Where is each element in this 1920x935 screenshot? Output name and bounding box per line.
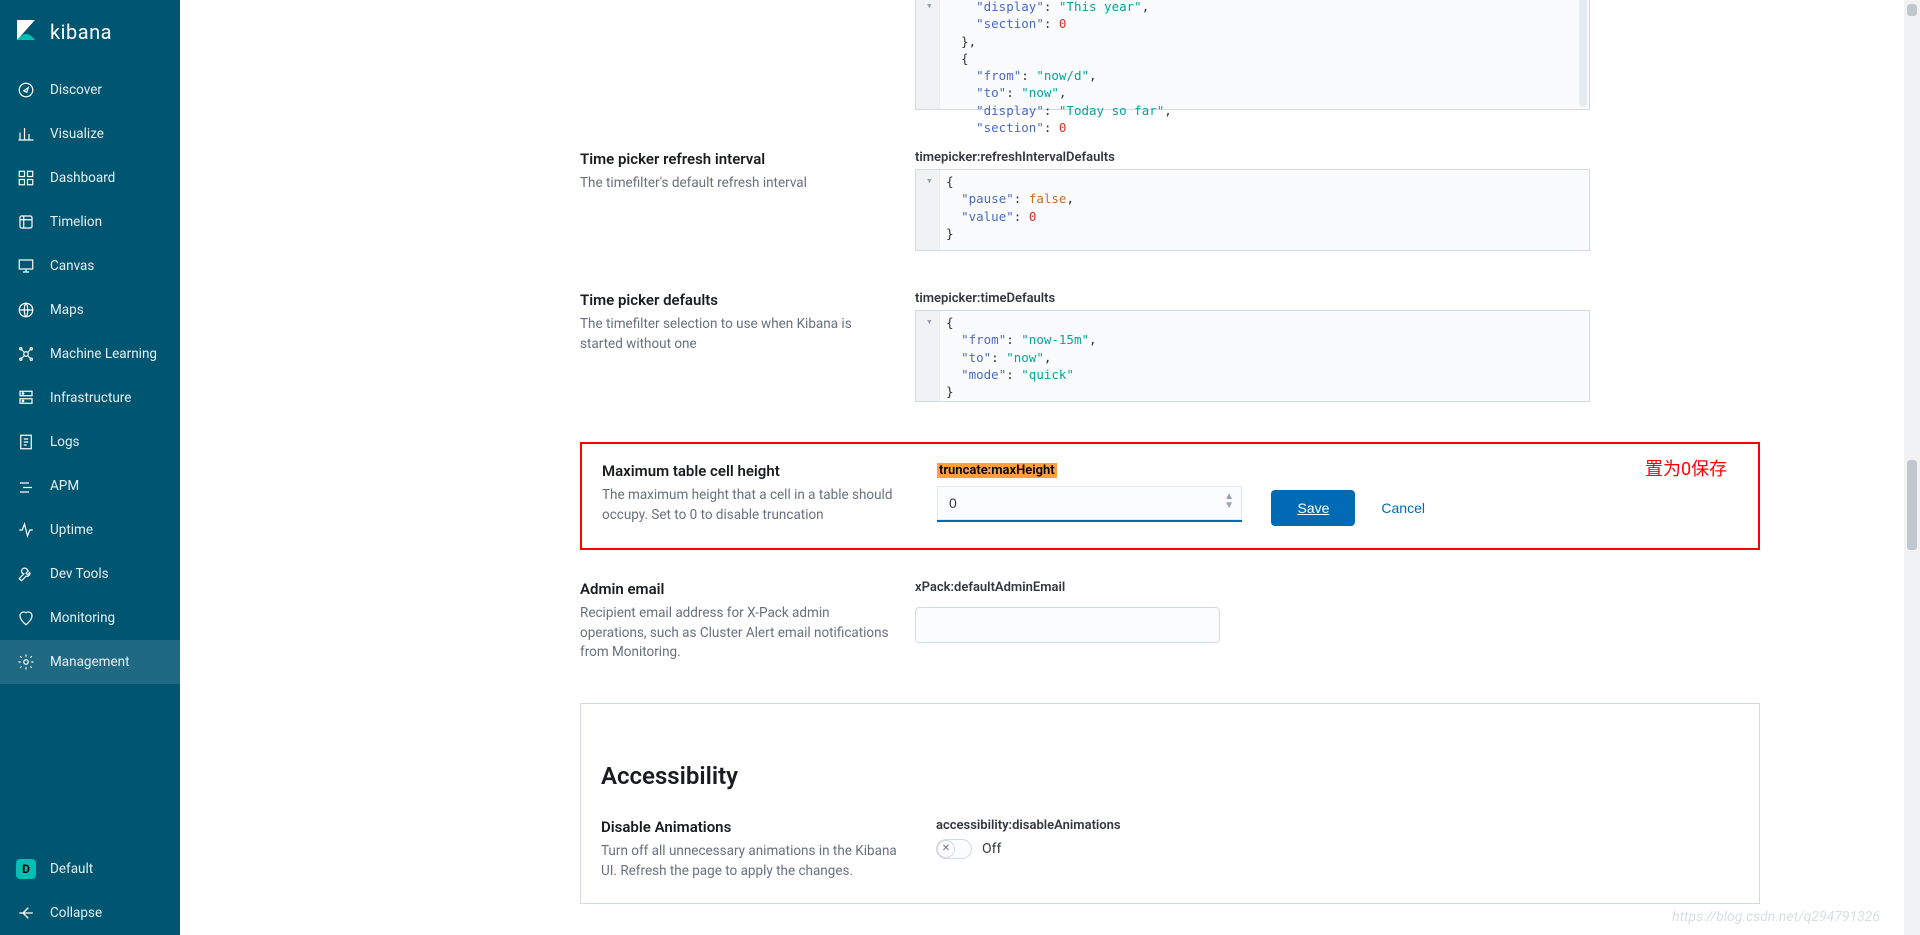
- sidebar-item-label: Timelion: [50, 214, 102, 230]
- setting-admin-email: Admin email Recipient email address for …: [580, 580, 1760, 663]
- setting-desc: The maximum height that a cell in a tabl…: [602, 486, 911, 525]
- admin-email-input[interactable]: [915, 607, 1220, 643]
- annotation-text: 置为0保存: [1645, 455, 1727, 481]
- fold-toggle-icon[interactable]: ▾: [926, 0, 933, 13]
- sidebar-item-maps[interactable]: Maps: [0, 288, 180, 332]
- maps-icon: [16, 300, 36, 320]
- sidebar-item-visualize[interactable]: Visualize: [0, 112, 180, 156]
- sidebar-item-management[interactable]: Management: [0, 640, 180, 684]
- cancel-button[interactable]: Cancel: [1381, 500, 1425, 516]
- sidebar-nav: Discover Visualize Dashboard Timelion Ca…: [0, 68, 180, 847]
- setting-disable-animations: Disable Animations Turn off all unnecess…: [601, 818, 1739, 881]
- sidebar-item-label: Dev Tools: [50, 566, 109, 582]
- sidebar-item-label: Visualize: [50, 126, 104, 142]
- app-name: kibana: [50, 20, 112, 44]
- sidebar-item-label: Canvas: [50, 258, 94, 274]
- sidebar-item-label: Machine Learning: [50, 346, 157, 362]
- setting-desc: Recipient email address for X-Pack admin…: [580, 604, 889, 663]
- sidebar-item-infrastructure[interactable]: Infrastructure: [0, 376, 180, 420]
- sidebar-item-label: Discover: [50, 82, 102, 98]
- sidebar-item-label: Monitoring: [50, 610, 115, 626]
- truncate-maxheight-input[interactable]: [937, 486, 1242, 522]
- sidebar-item-timelion[interactable]: Timelion: [0, 200, 180, 244]
- toggle-state-label: Off: [982, 841, 1001, 857]
- setting-key: accessibility:disableAnimations: [936, 818, 1569, 833]
- setting-title: Maximum table cell height: [602, 462, 911, 480]
- sidebar-item-logs[interactable]: Logs: [0, 420, 180, 464]
- dashboard-icon: [16, 168, 36, 188]
- apm-icon: [16, 476, 36, 496]
- compass-icon: [16, 80, 36, 100]
- sidebar-item-canvas[interactable]: Canvas: [0, 244, 180, 288]
- setting-title: Time picker defaults: [580, 291, 889, 309]
- sidebar-item-label: Uptime: [50, 522, 93, 538]
- sidebar-item-label: APM: [50, 478, 79, 494]
- setting-key: timepicker:refreshIntervalDefaults: [915, 150, 1590, 165]
- barchart-icon: [16, 124, 36, 144]
- sidebar-item-label: Logs: [50, 434, 80, 450]
- infrastructure-icon: [16, 388, 36, 408]
- gear-icon: [16, 652, 36, 672]
- setting-time-defaults: Time picker defaults The timefilter sele…: [580, 291, 1760, 402]
- save-button[interactable]: Save: [1271, 490, 1355, 526]
- sidebar-item-dashboard[interactable]: Dashboard: [0, 156, 180, 200]
- kibana-logo[interactable]: kibana: [0, 0, 180, 68]
- logs-icon: [16, 432, 36, 452]
- fold-toggle-icon[interactable]: ▾: [926, 314, 933, 329]
- sidebar-item-monitoring[interactable]: Monitoring: [0, 596, 180, 640]
- sidebar-item-devtools[interactable]: Dev Tools: [0, 552, 180, 596]
- section-heading-accessibility: Accessibility: [601, 762, 1739, 790]
- setting-key-highlighted: truncate:maxHeight: [937, 463, 1057, 478]
- number-spinner-icon[interactable]: ▲▼: [1224, 492, 1234, 510]
- setting-refresh-interval: Time picker refresh interval The timefil…: [580, 150, 1760, 251]
- setting-desc: The timefilter selection to use when Kib…: [580, 315, 889, 354]
- sidebar-item-apm[interactable]: APM: [0, 464, 180, 508]
- close-icon: ✕: [937, 840, 955, 858]
- quick-ranges-editor[interactable]: ▾ "display": "This year", "section": 0 }…: [915, 0, 1590, 110]
- wrench-icon: [16, 564, 36, 584]
- uptime-icon: [16, 520, 36, 540]
- setting-truncate-highlighted: Maximum table cell height The maximum he…: [580, 442, 1760, 550]
- disable-animations-toggle[interactable]: ✕: [936, 839, 972, 859]
- setting-title: Admin email: [580, 580, 889, 598]
- setting-key: timepicker:timeDefaults: [915, 291, 1590, 306]
- sidebar: kibana Discover Visualize Dashboard Time…: [0, 0, 180, 935]
- space-label: Default: [50, 861, 93, 877]
- space-badge: D: [16, 859, 36, 879]
- kibana-logo-icon: [14, 18, 50, 46]
- setting-desc: Turn off all unnecessary animations in t…: [601, 842, 910, 881]
- time-defaults-editor[interactable]: ▾ { "from": "now-15m", "to": "now", "mod…: [915, 310, 1590, 402]
- page-scrollbar[interactable]: [1904, 0, 1920, 935]
- sidebar-item-label: Infrastructure: [50, 390, 131, 406]
- collapse-label: Collapse: [50, 905, 102, 921]
- setting-key: xPack:defaultAdminEmail: [915, 580, 1590, 595]
- accessibility-panel: Accessibility Disable Animations Turn of…: [580, 703, 1760, 904]
- sidebar-item-label: Maps: [50, 302, 84, 318]
- arrow-left-icon: [16, 903, 36, 923]
- canvas-icon: [16, 256, 36, 276]
- space-selector[interactable]: D Default: [0, 847, 180, 891]
- watermark: https://blog.csdn.net/q294791326: [1672, 909, 1880, 925]
- collapse-sidebar[interactable]: Collapse: [0, 891, 180, 935]
- sidebar-footer: D Default Collapse: [0, 847, 180, 935]
- timelion-icon: [16, 212, 36, 232]
- sidebar-item-discover[interactable]: Discover: [0, 68, 180, 112]
- setting-desc: The timefilter's default refresh interva…: [580, 174, 889, 194]
- fold-toggle-icon[interactable]: ▾: [926, 173, 933, 188]
- heartbeat-icon: [16, 608, 36, 628]
- ml-icon: [16, 344, 36, 364]
- refresh-interval-editor[interactable]: ▾ { "pause": false, "value": 0 }: [915, 169, 1590, 251]
- setting-title: Disable Animations: [601, 818, 910, 836]
- sidebar-item-uptime[interactable]: Uptime: [0, 508, 180, 552]
- sidebar-item-ml[interactable]: Machine Learning: [0, 332, 180, 376]
- setting-title: Time picker refresh interval: [580, 150, 889, 168]
- sidebar-item-label: Dashboard: [50, 170, 115, 186]
- sidebar-item-label: Management: [50, 654, 130, 670]
